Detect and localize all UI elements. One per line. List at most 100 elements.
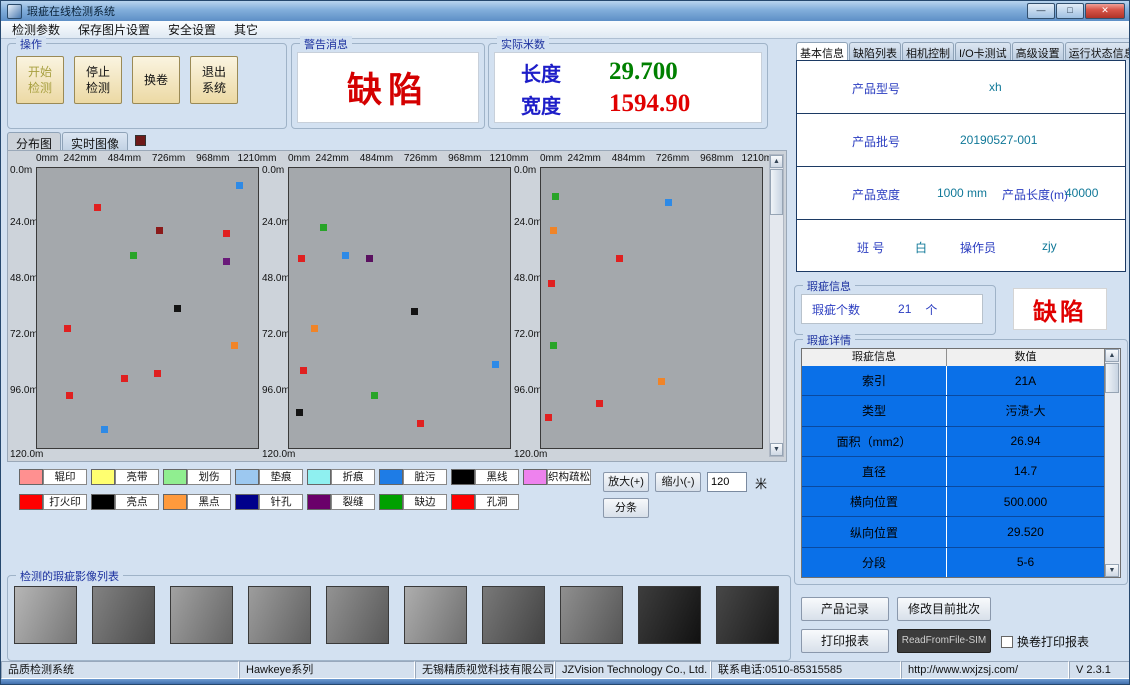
plot-body-1[interactable] (36, 167, 259, 449)
tab-camera-control[interactable]: 相机控制 (902, 42, 954, 60)
detail-scroll-down-icon[interactable]: ▼ (1105, 564, 1119, 577)
legend-swatch (235, 469, 259, 485)
detail-cell-value: 29.520 (947, 517, 1104, 546)
legend-label: 折痕 (331, 469, 375, 485)
legend-swatch (451, 469, 475, 485)
detail-scrollbar[interactable]: ▲ ▼ (1104, 349, 1120, 577)
defect-thumbnail-5[interactable] (326, 586, 389, 644)
x-tick-label: 242mm (568, 153, 601, 164)
split-button[interactable]: 分条 (603, 498, 649, 518)
plot-region: 0mm242mm484mm726mm968mm1210mm0.0m24.0m48… (7, 150, 787, 462)
title-bar: 瑕疵在线检测系统 — □ ✕ (1, 1, 1129, 21)
legend-item: 辊印 (19, 469, 87, 485)
x-tick-label: 968mm (196, 153, 229, 164)
x-tick-label: 484mm (108, 153, 141, 164)
plot-body-2[interactable] (288, 167, 511, 449)
read-from-file-button[interactable]: ReadFromFile-SIM (897, 629, 991, 653)
detail-row[interactable]: 分段5-6 (802, 548, 1104, 577)
menu-item-others[interactable]: 其它 (225, 20, 267, 39)
defect-thumbnail-2[interactable] (92, 586, 155, 644)
y-tick-label: 24.0m (262, 217, 290, 228)
legend-label: 孔洞 (475, 494, 519, 510)
plot-scrollbar[interactable]: ▲ ▼ (769, 154, 784, 457)
menu-item-security-settings[interactable]: 安全设置 (159, 20, 225, 39)
print-report-button[interactable]: 打印报表 (801, 629, 889, 653)
defect-marker (616, 255, 623, 262)
detail-cell-name: 面积（mm2） (802, 427, 947, 456)
meters-group: 实际米数 长度 29.700 宽度 1594.90 (488, 43, 768, 129)
minimize-button[interactable]: — (1027, 3, 1055, 19)
defect-thumbnail-9[interactable] (638, 586, 701, 644)
modify-batch-button[interactable]: 修改目前批次 (897, 597, 991, 621)
tab-io-card-test[interactable]: I/O卡测试 (955, 42, 1011, 60)
legend-item: 针孔 (235, 494, 303, 510)
defect-marker (545, 414, 552, 421)
detail-row[interactable]: 纵向位置29.520 (802, 517, 1104, 547)
roll-print-checkbox[interactable] (1001, 636, 1013, 648)
tab-defect-list[interactable]: 缺陷列表 (849, 42, 901, 60)
defect-marker (223, 230, 230, 237)
defect-thumbnail-4[interactable] (248, 586, 311, 644)
detail-row[interactable]: 索引21A (802, 366, 1104, 396)
x-tick-label: 0mm (540, 153, 562, 164)
scroll-down-icon[interactable]: ▼ (770, 443, 783, 456)
bottom-strip (1, 679, 1130, 685)
close-button[interactable]: ✕ (1085, 3, 1125, 19)
tab-basic-info[interactable]: 基本信息 (796, 42, 848, 60)
defect-thumbnail-6[interactable] (404, 586, 467, 644)
info-row-batch: 产品批号 20190527-001 (797, 114, 1125, 167)
scale-input[interactable] (707, 472, 747, 492)
detail-row[interactable]: 类型污渍-大 (802, 396, 1104, 426)
defect-marker (130, 252, 137, 259)
detail-scroll-up-icon[interactable]: ▲ (1105, 349, 1119, 362)
legend-item: 黑线 (451, 469, 519, 485)
defect-marker (492, 361, 499, 368)
zoom-in-button[interactable]: 放大(+) (603, 472, 649, 492)
start-detect-button[interactable]: 开始 检测 (16, 56, 64, 104)
tab-distribution[interactable]: 分布图 (7, 132, 61, 150)
detail-table-header: 瑕疵信息 数值 (802, 349, 1104, 367)
zoom-out-button[interactable]: 缩小(-) (655, 472, 701, 492)
exit-system-button[interactable]: 退出 系统 (190, 56, 238, 104)
product-model-value: xh (989, 80, 1002, 94)
defect-marker (94, 204, 101, 211)
menu-item-save-image-settings[interactable]: 保存图片设置 (69, 20, 159, 39)
tab-run-status-info[interactable]: 运行状态信息 (1065, 42, 1130, 60)
defect-alert-box: 缺陷 (1013, 288, 1107, 330)
operation-group: 操作 开始 检测停止 检测换卷退出 系统 (7, 43, 287, 129)
roll-print-checkbox-label: 换卷打印报表 (1017, 633, 1089, 650)
change-roll-button[interactable]: 换卷 (132, 56, 180, 104)
legend-item: 裂缝 (307, 494, 375, 510)
detail-cell-value: 污渍-大 (947, 396, 1104, 425)
status-bar: 品质检测系统Hawkeye系列无锡精质视觉科技有限公司JZVision Tech… (1, 661, 1130, 679)
operation-group-label: 操作 (16, 36, 46, 52)
defect-thumbnail-1[interactable] (14, 586, 77, 644)
tab-strip-icon (135, 135, 146, 146)
detail-cell-name: 索引 (802, 366, 947, 395)
detail-scroll-thumb[interactable] (1105, 363, 1119, 393)
detail-cell-name: 横向位置 (802, 487, 947, 516)
meters-panel: 长度 29.700 宽度 1594.90 (494, 52, 762, 123)
tab-advanced-settings[interactable]: 高级设置 (1012, 42, 1064, 60)
defect-thumbnail-7[interactable] (482, 586, 545, 644)
detail-row[interactable]: 面积（mm2）26.94 (802, 427, 1104, 457)
defect-thumbnail-8[interactable] (560, 586, 623, 644)
scroll-up-icon[interactable]: ▲ (770, 155, 783, 168)
defect-thumbnail-10[interactable] (716, 586, 779, 644)
y-tick-label: 24.0m (514, 217, 542, 228)
detail-header-value: 数值 (947, 349, 1104, 366)
plot-group-1: 0mm242mm484mm726mm968mm1210mm0.0m24.0m48… (8, 153, 260, 461)
product-record-button[interactable]: 产品记录 (801, 597, 889, 621)
tab-realtime[interactable]: 实时图像 (62, 132, 128, 150)
scroll-thumb[interactable] (770, 169, 783, 215)
defect-alert-text: 缺陷 (1033, 292, 1087, 327)
maximize-button[interactable]: □ (1056, 3, 1084, 19)
defect-thumbnail-3[interactable] (170, 586, 233, 644)
defect-marker (174, 305, 181, 312)
x-tick-label: 968mm (700, 153, 733, 164)
plot-body-3[interactable] (540, 167, 763, 449)
stop-detect-button[interactable]: 停止 检测 (74, 56, 122, 104)
defect-marker (596, 400, 603, 407)
detail-row[interactable]: 直径14.7 (802, 457, 1104, 487)
detail-row[interactable]: 横向位置500.000 (802, 487, 1104, 517)
